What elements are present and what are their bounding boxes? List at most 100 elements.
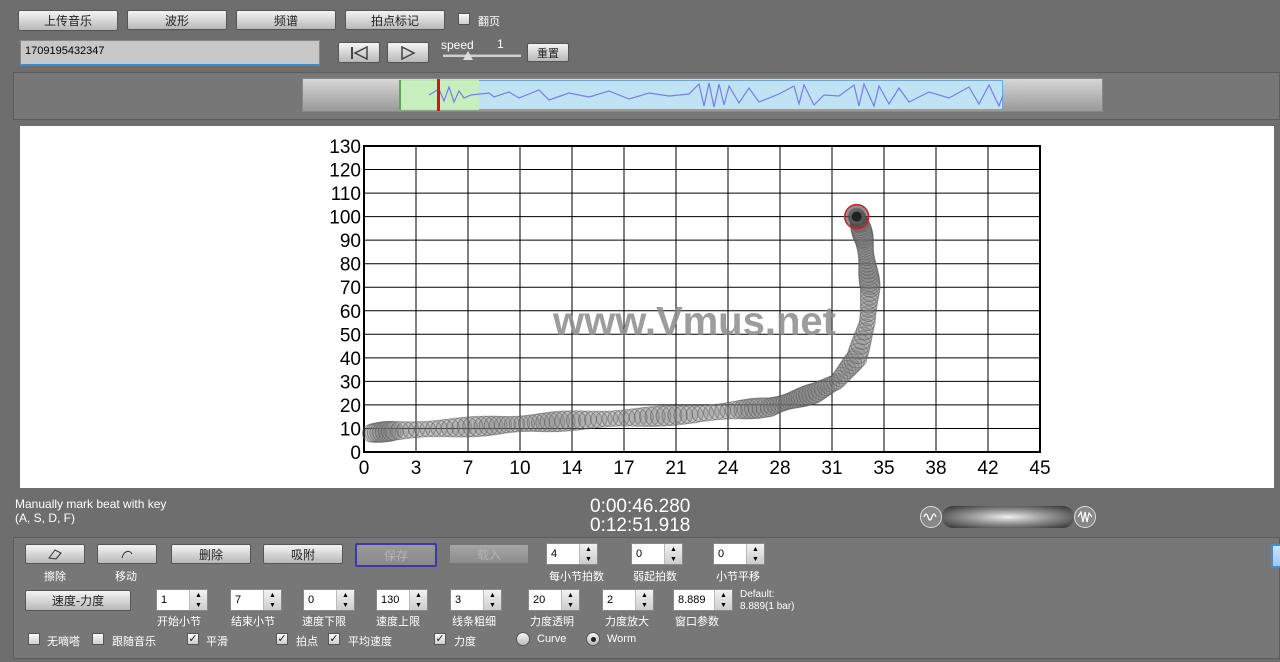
speed-label: speed (441, 38, 474, 52)
volume-slider[interactable] (942, 506, 1074, 528)
avg-tempo-label: 平均速度 (348, 635, 392, 648)
dynamics-checkbox[interactable]: ✓ (434, 633, 446, 645)
waveform-graphic (428, 82, 1003, 108)
speed-value: 1 (497, 37, 504, 51)
bar-offset-label: 小节平移 (716, 570, 760, 583)
beat-label: 拍点 (296, 635, 318, 648)
upload-music-button[interactable]: 上传音乐 (18, 10, 118, 31)
y-tick-label: 10 (340, 419, 361, 440)
beats-per-bar-label: 每小节拍数 (549, 570, 604, 583)
move-button[interactable] (97, 544, 157, 564)
start-bar-label: 开始小节 (157, 615, 201, 628)
chart-panel: 0 3 7 10 14 17 21 24 28 31 35 38 42 45 0 10 20 30 40 50 60 70… (14, 124, 1280, 494)
x-tick-label: 42 (977, 458, 998, 479)
playhead-marker[interactable] (437, 79, 440, 111)
waveform-track[interactable] (302, 78, 1103, 112)
snap-button[interactable]: 吸附 (263, 544, 343, 564)
dyn-scale-stepper[interactable]: 2 ▲ ▼ (602, 589, 654, 611)
x-tick-label: 31 (821, 458, 842, 479)
x-tick-label: 45 (1029, 458, 1050, 479)
move-label: 移动 (115, 570, 137, 583)
bar-offset-stepper[interactable]: 0 ▲ ▼ (713, 543, 765, 565)
y-tick-label: 40 (340, 349, 361, 370)
delete-button[interactable]: 删除 (171, 544, 251, 564)
load-button[interactable]: 载入 (449, 544, 529, 564)
waveform-button[interactable]: 波形 (127, 10, 227, 30)
page-flip-checkbox[interactable] (458, 13, 470, 25)
play-icon (401, 45, 416, 60)
tempo-max-label: 速度上限 (376, 615, 420, 628)
x-tick-label: 38 (925, 458, 946, 479)
end-bar-stepper[interactable]: 7 ▲ ▼ (230, 589, 282, 611)
tempo-max-stepper[interactable]: 130 ▲ ▼ (376, 589, 428, 611)
worm-head-core (851, 211, 862, 222)
worm-radio-dot (590, 636, 596, 642)
x-tick-label: 17 (613, 458, 634, 479)
avg-tempo-checkbox[interactable]: ✓ (328, 633, 340, 645)
curve-radio[interactable] (516, 632, 530, 646)
x-tick-label: 3 (411, 458, 422, 479)
worm-label: Worm (607, 633, 637, 645)
play-button[interactable] (387, 42, 429, 63)
total-time: 0:12:51.918 (590, 515, 691, 536)
y-tick-label: 30 (340, 372, 361, 393)
follow-music-label: 跟随音乐 (112, 635, 156, 648)
hint-line2: (A, S, D, F) (15, 511, 75, 525)
y-tick-label: 90 (340, 231, 361, 252)
right-edge-button[interactable] (1271, 544, 1280, 568)
y-tick-label: 60 (340, 302, 361, 323)
x-tick-label: 35 (873, 458, 894, 479)
y-tick-label: 0 (350, 443, 361, 464)
line-width-label: 线条粗细 (452, 615, 496, 628)
dynamics-label: 力度 (454, 635, 476, 648)
y-tick-label: 20 (340, 396, 361, 417)
no-click-label: 无嘀嗒 (47, 635, 80, 648)
x-tick-label: 7 (463, 458, 474, 479)
default-note-line1: Default: (740, 589, 775, 600)
dyn-transparency-stepper[interactable]: 20 ▲ ▼ (528, 589, 580, 611)
smooth-checkbox[interactable]: ✓ (187, 633, 199, 645)
volume-high-icon[interactable] (1074, 506, 1096, 528)
no-click-checkbox[interactable] (28, 633, 40, 645)
dyn-transparency-label: 力度透明 (530, 615, 574, 628)
hint-line1: Manually mark beat with key (15, 497, 167, 511)
save-button[interactable]: 保存 (355, 543, 437, 567)
speed-slider-thumb[interactable] (463, 51, 473, 60)
worm-radio[interactable] (586, 632, 600, 646)
x-tick-label: 28 (769, 458, 790, 479)
file-id-field[interactable]: 1709195432347 (20, 40, 320, 66)
tempo-dynamics-chart[interactable]: 0 3 7 10 14 17 21 24 28 31 35 38 42 45010203040506070… (20, 126, 1274, 492)
y-tick-label: 130 (329, 137, 361, 158)
skip-to-start-button[interactable] (338, 42, 380, 63)
spectrum-button[interactable]: 频谱 (236, 10, 336, 30)
window-param-stepper[interactable]: 8.889 ▲ ▼ (673, 589, 733, 611)
tempo-dynamics-button[interactable]: 速度-力度 (25, 590, 131, 611)
waveform-overview-panel (13, 72, 1280, 120)
smooth-label: 平滑 (206, 635, 228, 648)
line-width-stepper[interactable]: 3 ▲ ▼ (450, 589, 502, 611)
beats-per-bar-stepper[interactable]: 4 ▲ ▼ (546, 543, 598, 565)
reset-button[interactable]: 重置 (527, 43, 569, 62)
start-bar-stepper[interactable]: 1 ▲ ▼ (156, 589, 208, 611)
skip-start-icon (351, 45, 368, 60)
upbeat-stepper[interactable]: 0 ▲ ▼ (631, 543, 683, 565)
tap-marks-button[interactable]: 拍点标记 (345, 10, 445, 30)
move-icon (121, 550, 133, 559)
speed-slider[interactable] (443, 51, 521, 60)
x-tick-label: 21 (665, 458, 686, 479)
tempo-min-stepper[interactable]: 0 ▲ ▼ (303, 589, 355, 611)
y-tick-label: 70 (340, 278, 361, 299)
erase-button[interactable] (25, 544, 85, 564)
y-tick-label: 120 (329, 161, 361, 182)
y-tick-label: 50 (340, 325, 361, 346)
y-tick-label: 80 (340, 255, 361, 276)
curve-label: Curve (537, 633, 567, 645)
x-tick-label: 24 (717, 458, 739, 479)
follow-music-checkbox[interactable] (92, 633, 104, 645)
eraser-icon (48, 549, 62, 560)
beat-checkbox[interactable]: ✓ (276, 633, 288, 645)
window-param-label: 窗口参数 (675, 615, 719, 628)
tempo-min-label: 速度下限 (302, 615, 346, 628)
volume-low-icon[interactable] (920, 506, 942, 528)
end-bar-label: 结束小节 (231, 615, 275, 628)
